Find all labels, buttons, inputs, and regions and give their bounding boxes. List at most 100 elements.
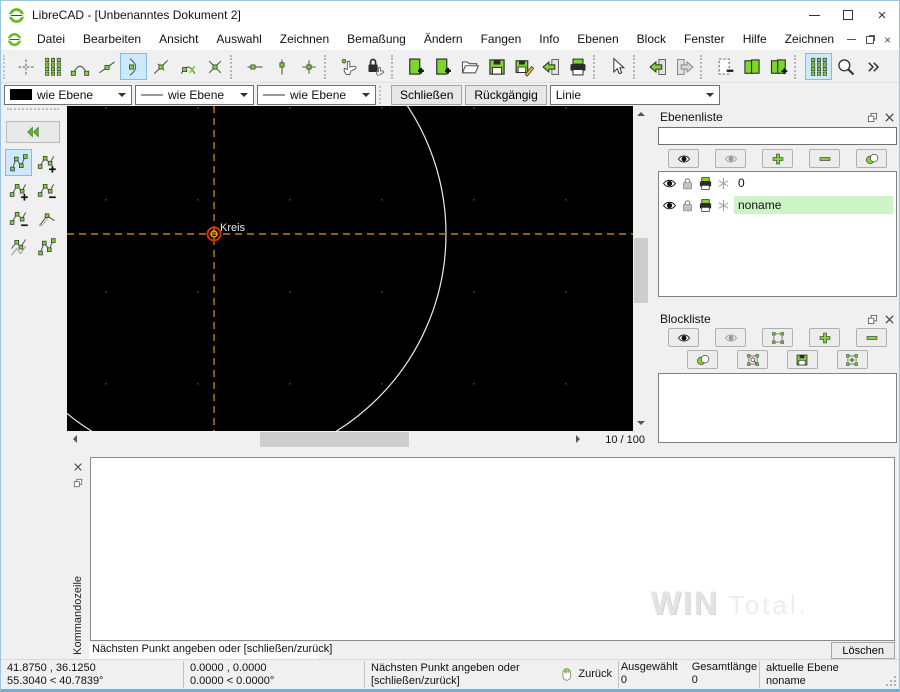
current-tool-combo[interactable]: Linie <box>549 84 720 105</box>
redo-button[interactable] <box>671 53 698 80</box>
layer-lock-icon[interactable] <box>680 198 695 213</box>
print-button[interactable] <box>564 53 591 80</box>
command-history[interactable]: WIN Total. <box>90 457 895 641</box>
edit-block-button[interactable] <box>737 350 769 369</box>
undo-button[interactable] <box>644 53 671 80</box>
pen-width-combo[interactable]: wie Ebene <box>135 84 254 105</box>
mdi-minimize-button[interactable] <box>846 39 856 40</box>
layer-name[interactable]: noname <box>734 196 893 214</box>
two-documents-button[interactable] <box>738 53 765 80</box>
pen-linetype-combo[interactable]: wie Ebene <box>257 84 376 105</box>
layer-visible-icon[interactable] <box>662 198 677 213</box>
vertical-scrollbar[interactable] <box>633 106 649 431</box>
zoom-button[interactable] <box>832 53 859 80</box>
block-list[interactable] <box>658 373 897 443</box>
menu-item-auswahl[interactable]: Auswahl <box>207 29 270 50</box>
vertical-scroll-thumb[interactable] <box>634 238 648 303</box>
remove-layer-button[interactable] <box>809 149 840 168</box>
menu-item-hilfe[interactable]: Hilfe <box>734 29 776 50</box>
minimize-button[interactable] <box>797 1 831 29</box>
snap-free-button[interactable] <box>12 53 39 80</box>
mdi-close-button[interactable]: × <box>884 34 891 46</box>
edit-layer-attributes-button[interactable] <box>856 149 887 168</box>
set-relative-zero-button[interactable] <box>335 53 362 80</box>
add-layer-button[interactable] <box>762 149 793 168</box>
maximize-button[interactable] <box>831 1 865 29</box>
close-panel-icon[interactable] <box>884 112 895 123</box>
menu-item-block[interactable]: Block <box>628 29 675 50</box>
layer-visible-icon[interactable] <box>662 176 677 191</box>
horizontal-scroll-thumb[interactable] <box>260 432 409 447</box>
snap-intersection-button[interactable] <box>201 53 228 80</box>
menu-item-bemaung[interactable]: Bemaßung <box>338 29 415 50</box>
layer-print-icon[interactable] <box>698 176 713 191</box>
tool-polyline-delete-node-button[interactable] <box>33 177 60 204</box>
scroll-down-button[interactable] <box>633 415 649 431</box>
tool-polyline-append-node-button[interactable] <box>5 177 32 204</box>
mdi-restore-button[interactable] <box>865 35 874 44</box>
tools-back-button[interactable] <box>6 121 60 143</box>
layer-construction-icon[interactable] <box>716 176 731 191</box>
menu-item-info[interactable]: Info <box>530 29 568 50</box>
rename-block-button[interactable] <box>687 350 719 369</box>
open-document-button[interactable] <box>456 53 483 80</box>
scroll-up-button[interactable] <box>633 106 649 122</box>
menu-item-zeichnen[interactable]: Zeichnen <box>271 29 338 50</box>
menu-item-ebenen[interactable]: Ebenen <box>568 29 627 50</box>
undo-action-button[interactable]: Rückgängig <box>465 84 547 105</box>
hide-all-blocks-button[interactable] <box>715 328 746 347</box>
remove-block-button[interactable] <box>856 328 887 347</box>
export-document-button[interactable] <box>537 53 564 80</box>
layer-filter-input[interactable] <box>658 127 897 145</box>
new-from-template-button[interactable] <box>429 53 456 80</box>
save-block-button[interactable] <box>786 350 818 369</box>
tool-polyline-equidistant-button[interactable] <box>5 233 32 260</box>
add-document-button[interactable] <box>765 53 792 80</box>
show-all-blocks-button[interactable] <box>668 328 699 347</box>
menu-item-fenster[interactable]: Fenster <box>675 29 734 50</box>
save-as-button[interactable] <box>510 53 537 80</box>
snap-grid-button[interactable] <box>39 53 66 80</box>
toggle-block-visibility-button[interactable] <box>762 328 793 347</box>
show-all-layers-button[interactable] <box>668 149 699 168</box>
layer-print-icon[interactable] <box>698 198 713 213</box>
layer-row[interactable]: 0 <box>659 172 896 194</box>
menu-item-zeichnen[interactable]: Zeichnen <box>776 29 843 50</box>
restrict-nothing-button[interactable] <box>295 53 322 80</box>
lock-relative-zero-button[interactable] <box>362 53 389 80</box>
tool-polyline-trim-button[interactable] <box>33 205 60 232</box>
clear-command-button[interactable]: Löschen <box>831 642 895 659</box>
layer-lock-icon[interactable] <box>680 176 695 191</box>
save-document-button[interactable] <box>483 53 510 80</box>
menu-item-bearbeiten[interactable]: Bearbeiten <box>74 29 150 50</box>
selection-pointer-button[interactable] <box>604 53 631 80</box>
menu-item-datei[interactable]: Datei <box>28 29 74 50</box>
restrict-vertical-button[interactable] <box>268 53 295 80</box>
toolbar-handle[interactable] <box>3 54 9 79</box>
layer-construction-icon[interactable] <box>716 198 731 213</box>
toolbar-handle[interactable] <box>379 85 385 104</box>
drawing-canvas[interactable]: Kreis <box>1 1 633 467</box>
tool-polyline-delete-between-button[interactable] <box>5 205 32 232</box>
snap-entity-button[interactable] <box>93 53 120 80</box>
dock-handle[interactable] <box>7 108 59 113</box>
command-input[interactable]: Nächsten Punkt angeben oder [schließen/z… <box>89 642 332 659</box>
snap-center-button[interactable] <box>120 53 147 80</box>
restrict-horizontal-button[interactable] <box>241 53 268 80</box>
tool-polyline-add-node-button[interactable] <box>33 149 60 176</box>
layer-name[interactable]: 0 <box>734 174 893 192</box>
grid-toggle-button[interactable] <box>805 53 832 80</box>
snap-endpoint-button[interactable] <box>66 53 93 80</box>
close-button[interactable]: × <box>865 1 899 29</box>
hide-all-layers-button[interactable] <box>715 149 746 168</box>
tool-polyline-segments-button[interactable] <box>33 233 60 260</box>
add-block-button[interactable] <box>809 328 840 347</box>
close-panel-icon[interactable] <box>73 462 83 472</box>
float-panel-icon[interactable] <box>867 112 878 123</box>
scroll-left-button[interactable] <box>67 431 83 447</box>
insert-block-button[interactable] <box>836 350 868 369</box>
menu-item-ndern[interactable]: Ändern <box>415 29 472 50</box>
menu-item-fangen[interactable]: Fangen <box>472 29 531 50</box>
close-panel-icon[interactable] <box>884 314 895 325</box>
pen-color-combo[interactable]: wie Ebene <box>4 84 132 105</box>
